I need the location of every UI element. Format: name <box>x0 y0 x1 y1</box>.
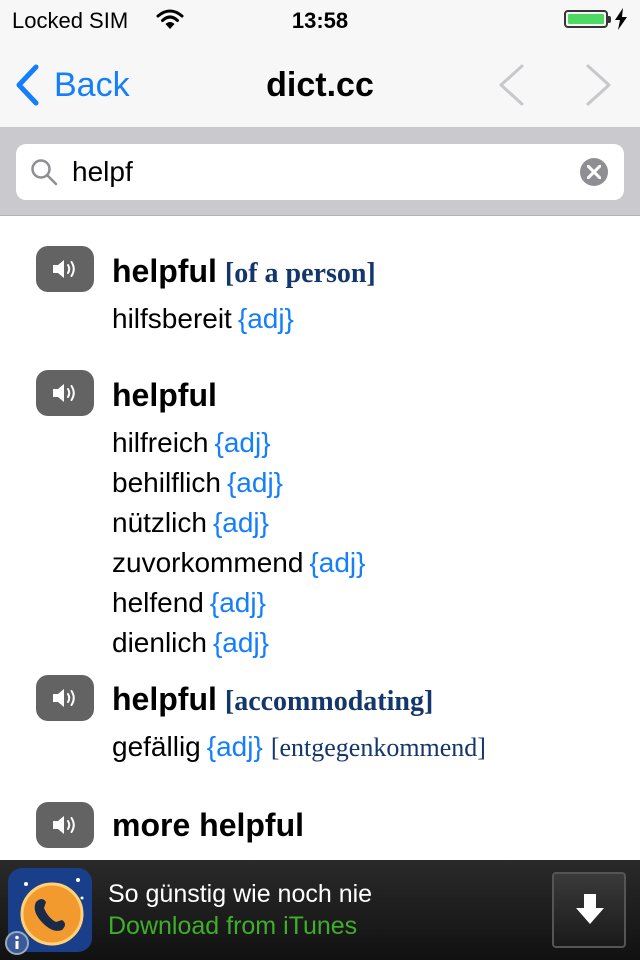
entry-note: [accommodating] <box>224 686 434 717</box>
speaker-icon <box>53 816 75 834</box>
page-title: dict.cc <box>266 66 374 104</box>
close-icon <box>587 165 601 179</box>
speaker-icon <box>53 260 75 278</box>
ad-banner[interactable]: So günstig wie noch nie Download from iT… <box>0 860 640 960</box>
download-button[interactable] <box>552 872 626 948</box>
pos-tag: {adj} <box>214 427 271 458</box>
translation-word: dienlich <box>112 627 207 658</box>
results-list: helpful [of a person] hilfsbereit {adj} he… <box>0 216 640 860</box>
play-audio-button[interactable] <box>36 246 94 292</box>
entry-headline: helpful <box>112 374 640 423</box>
result-entry: helpful [accommodating] gefällig {adj} [ent… <box>0 675 640 804</box>
search-icon <box>31 159 58 186</box>
pos-tag: {adj} <box>206 731 263 762</box>
entry-headline: more helpful <box>112 804 640 853</box>
translation-line: zuvorkommend {adj} <box>112 543 640 583</box>
info-icon[interactable] <box>4 930 30 956</box>
pos-tag: {adj} <box>209 587 266 618</box>
play-audio-button[interactable] <box>36 675 94 721</box>
translation-line: behilflich {adj} <box>112 463 640 503</box>
translation-word: helfend <box>112 587 204 618</box>
entry-term: more helpful <box>112 807 305 843</box>
search-bar <box>0 128 640 216</box>
search-field[interactable] <box>16 144 624 200</box>
ad-headline: So günstig wie noch nie <box>108 880 373 908</box>
play-audio-button[interactable] <box>36 802 94 848</box>
translation-word: hilfreich <box>112 427 209 458</box>
navigation-bar: Back dict.cc <box>0 40 640 128</box>
translation-word: behilflich <box>112 467 221 498</box>
search-input[interactable] <box>72 152 572 192</box>
translation-note: [entgegenkommend] <box>270 733 486 762</box>
charging-icon <box>615 8 627 30</box>
previous-arrow-icon[interactable] <box>496 62 526 108</box>
battery-icon <box>564 10 611 28</box>
status-bar: Locked SIM 13:58 <box>0 0 640 40</box>
download-arrow-icon <box>576 894 604 924</box>
entry-headline: helpful [accommodating] <box>112 678 640 727</box>
result-entry: helpful [of a person] hilfsbereit {adj} <box>0 216 640 362</box>
entry-headline: helpful [of a person] <box>112 250 640 299</box>
entry-note: [of a person] <box>224 258 376 289</box>
next-arrow-icon[interactable] <box>584 62 614 108</box>
translation-line: hilfsbereit {adj} <box>112 299 640 339</box>
translation-line: helfend {adj} <box>112 583 640 623</box>
translation-line: gefällig {adj} [entgegenkommend] <box>112 727 640 768</box>
speaker-icon <box>53 689 75 707</box>
pos-tag: {adj} <box>237 303 294 334</box>
translation-line: dienlich {adj} <box>112 623 640 663</box>
pos-tag: {adj} <box>309 547 366 578</box>
translation-line: nützlich {adj} <box>112 503 640 543</box>
entry-term: helpful <box>112 253 217 289</box>
translation-word: zuvorkommend <box>112 547 304 578</box>
pos-tag: {adj} <box>226 467 284 498</box>
translation-word: hilfsbereit <box>112 303 232 334</box>
translation-word: gefällig <box>112 731 201 762</box>
pos-tag: {adj} <box>212 507 270 538</box>
entry-term: helpful <box>112 377 217 413</box>
entry-term: helpful <box>112 681 217 717</box>
play-audio-button[interactable] <box>36 370 94 416</box>
result-entry: helpful hilfreich {adj} behilflich {adj} n… <box>0 362 640 678</box>
ad-cta: Download from iTunes <box>108 912 358 940</box>
result-entry: more helpful <box>0 802 640 860</box>
translation-word: nützlich <box>112 507 207 538</box>
clock: 13:58 <box>291 8 349 33</box>
speaker-icon <box>53 384 75 402</box>
clear-search-button[interactable] <box>580 158 608 186</box>
translation-line: hilfreich {adj} <box>112 423 640 463</box>
pos-tag: {adj} <box>212 627 270 658</box>
